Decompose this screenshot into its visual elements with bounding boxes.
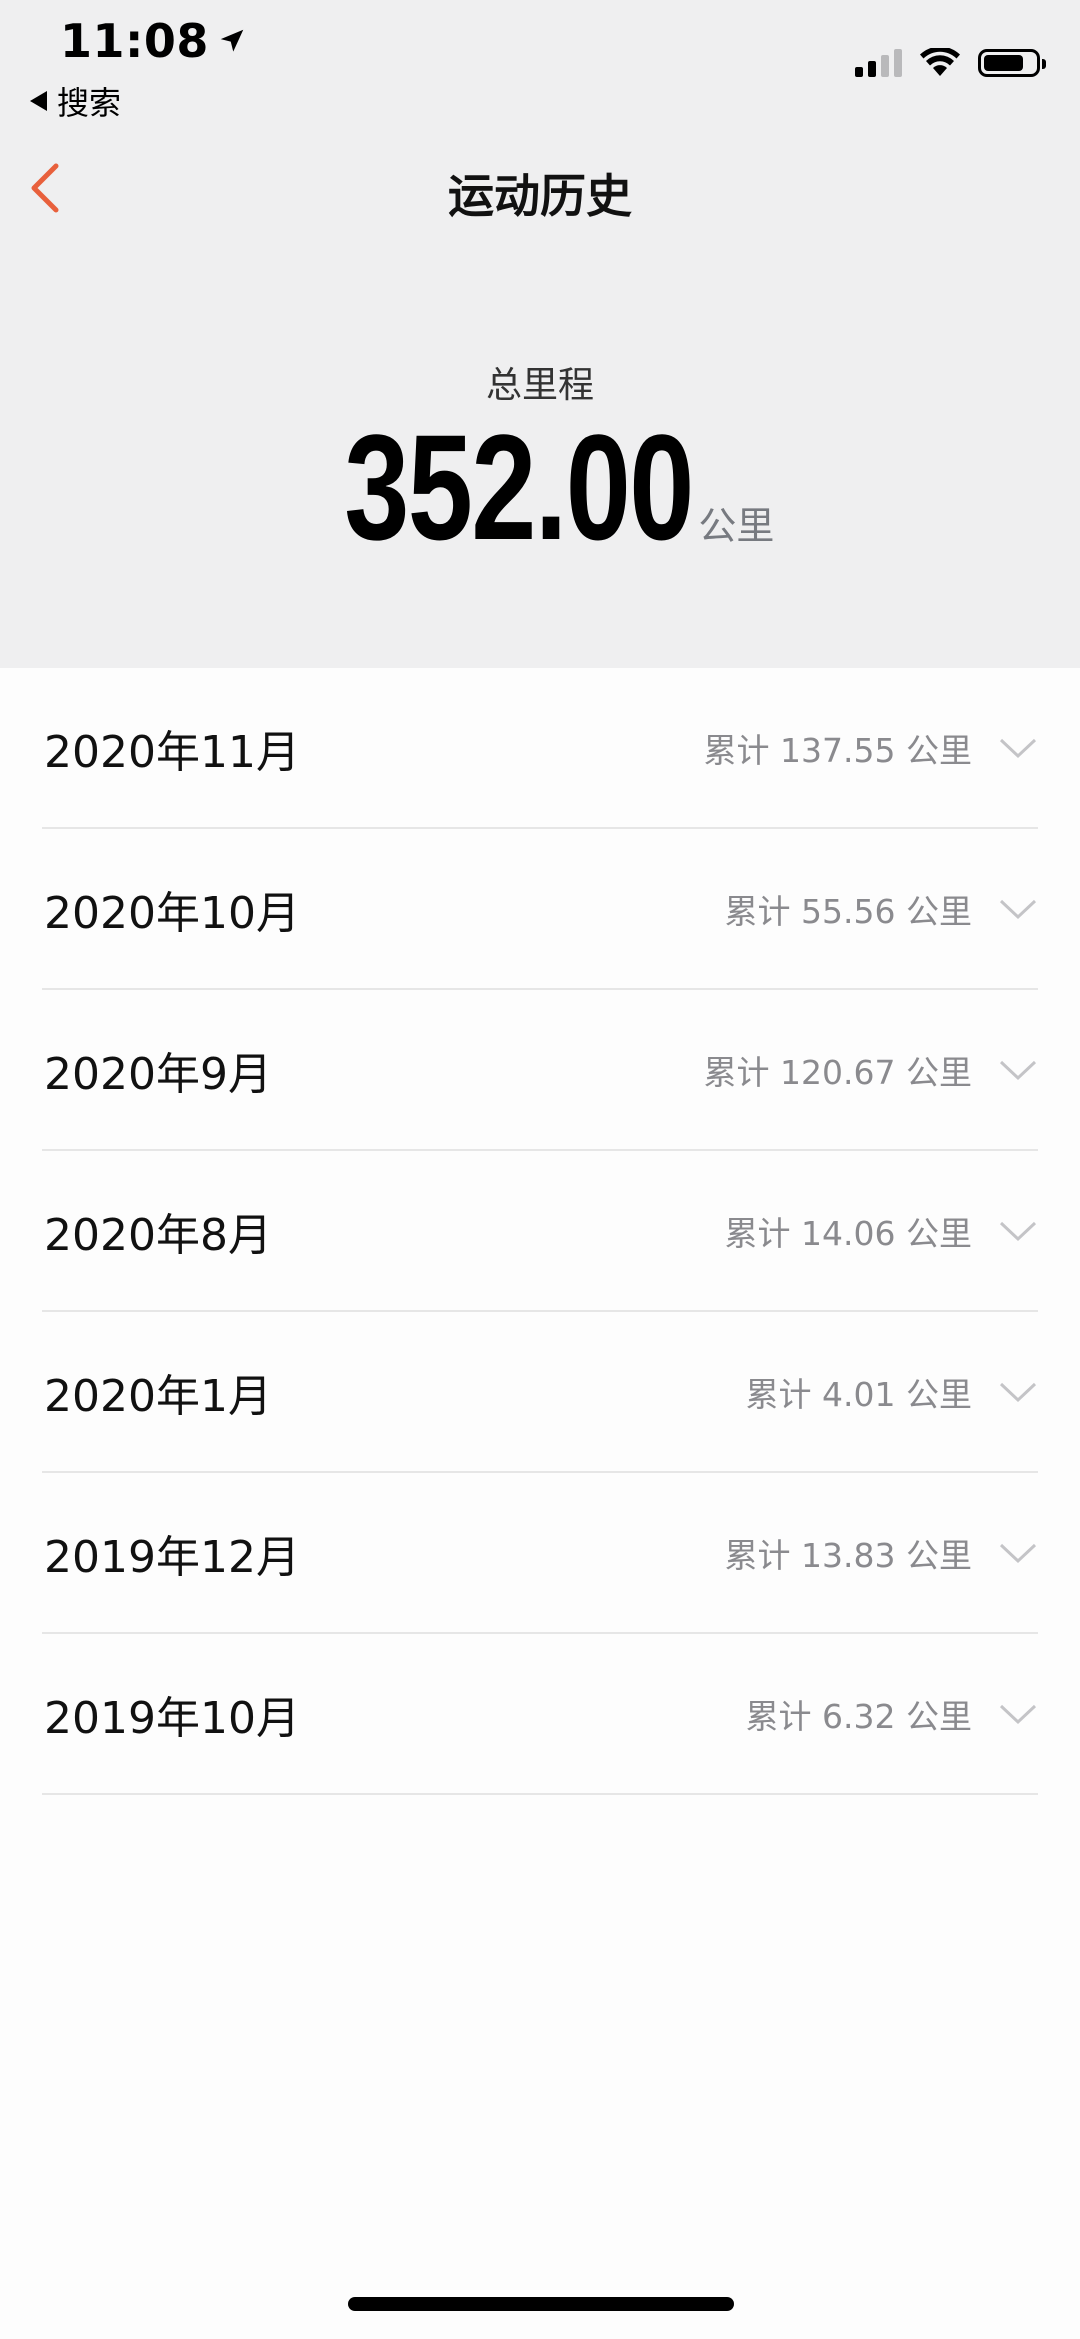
month-row-2020-9[interactable]: 2020年9月 累计 120.67 公里	[42, 990, 1038, 1151]
chevron-down-icon[interactable]	[998, 1058, 1038, 1082]
chevron-down-icon[interactable]	[998, 736, 1038, 760]
page-title: 运动历史	[448, 169, 632, 223]
month-total: 累计 14.06 公里	[724, 1213, 972, 1253]
month-total: 累计 4.01 公里	[745, 1374, 972, 1414]
month-row-2020-8[interactable]: 2020年8月 累计 14.06 公里	[42, 1151, 1038, 1312]
month-label: 2020年10月	[44, 887, 300, 939]
month-label: 2019年12月	[44, 1531, 300, 1583]
return-app-label: 搜索	[57, 84, 122, 122]
total-distance-unit: 公里	[698, 504, 775, 548]
total-distance-label: 总里程	[485, 365, 594, 406]
month-row-2020-1[interactable]: 2020年1月 累计 4.01 公里	[42, 1312, 1038, 1473]
month-total: 累计 120.67 公里	[703, 1052, 972, 1092]
status-time: 11:08	[60, 14, 247, 68]
status-indicators	[855, 48, 1046, 78]
month-label: 2020年8月	[44, 1209, 272, 1261]
chevron-down-icon[interactable]	[998, 1219, 1038, 1243]
wifi-icon	[920, 48, 960, 76]
location-arrow-icon	[220, 29, 244, 52]
header-area: 11:08 搜索 运动历史 总里程 352.00 公里	[0, 0, 1080, 668]
home-indicator[interactable]	[348, 2297, 734, 2311]
month-label: 2020年9月	[44, 1048, 272, 1100]
month-total: 累计 6.32 公里	[745, 1696, 972, 1736]
monthly-history-list: 2020年11月 累计 137.55 公里 2020年10月 累计 55.56 …	[0, 668, 1080, 1795]
month-row-2020-10[interactable]: 2020年10月 累计 55.56 公里	[42, 829, 1038, 990]
return-to-app-button[interactable]: 搜索	[30, 78, 121, 124]
back-triangle-icon	[30, 91, 47, 111]
clock: 11:08	[60, 14, 209, 68]
chevron-down-icon[interactable]	[998, 1380, 1038, 1404]
month-row-2020-11[interactable]: 2020年11月 累计 137.55 公里	[42, 668, 1038, 829]
month-row-2019-12[interactable]: 2019年12月 累计 13.83 公里	[42, 1473, 1038, 1634]
month-total: 累计 13.83 公里	[724, 1535, 972, 1575]
chevron-down-icon[interactable]	[998, 897, 1038, 921]
chevron-down-icon[interactable]	[998, 1541, 1038, 1565]
month-total: 累计 55.56 公里	[724, 891, 972, 931]
chevron-down-icon[interactable]	[998, 1702, 1038, 1726]
month-row-2019-10[interactable]: 2019年10月 累计 6.32 公里	[42, 1634, 1038, 1795]
total-distance: 352.00 公里	[0, 412, 1080, 562]
total-distance-value: 352.00	[343, 403, 694, 571]
battery-icon	[978, 49, 1046, 77]
month-label: 2019年10月	[44, 1692, 300, 1744]
month-label: 2020年11月	[44, 726, 300, 778]
month-total: 累计 137.55 公里	[703, 730, 972, 770]
month-label: 2020年1月	[44, 1370, 272, 1422]
cellular-signal-icon	[855, 49, 902, 77]
